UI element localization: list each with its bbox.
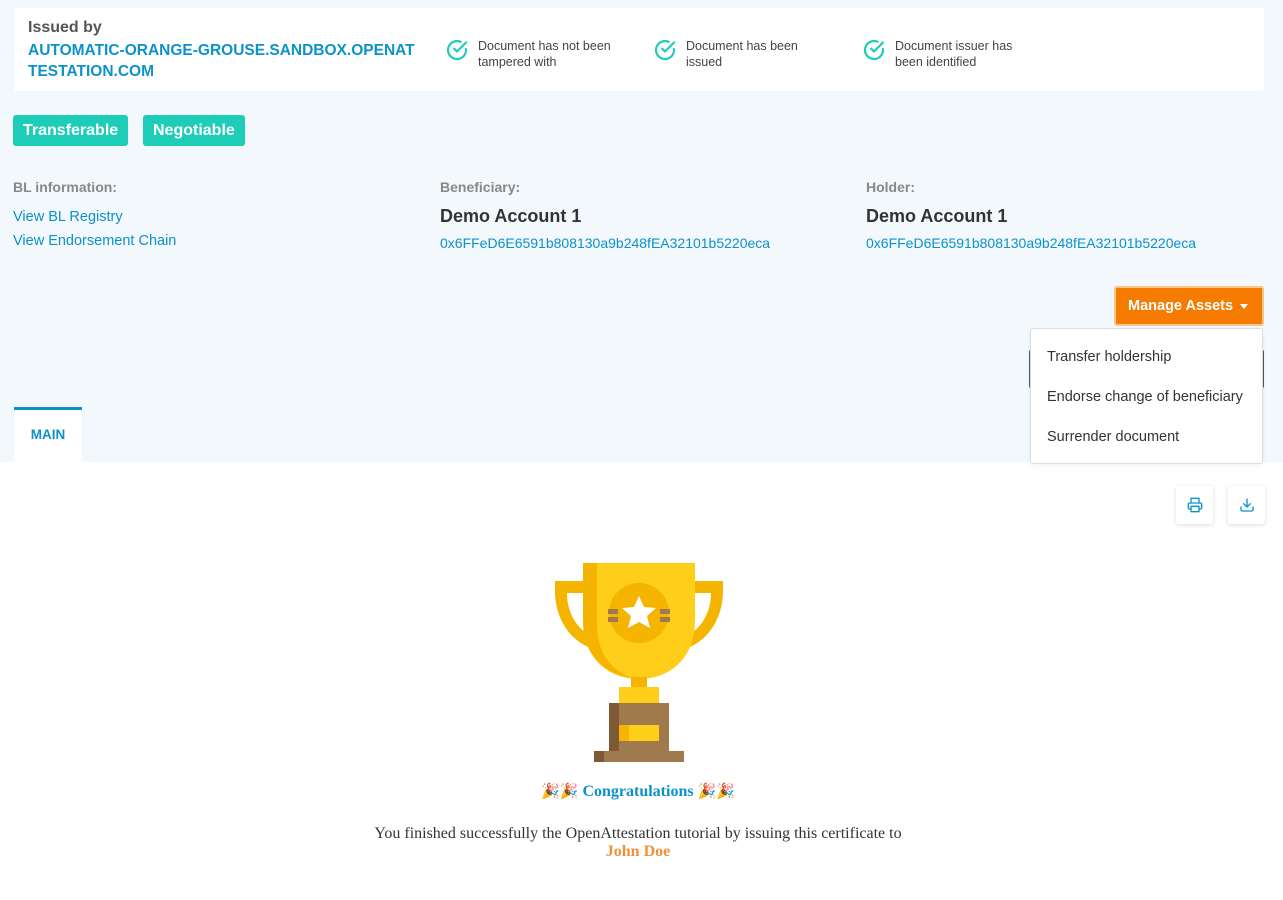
tab-main[interactable]: MAIN [14,407,82,462]
menu-item-transfer-holdership[interactable]: Transfer holdership [1047,349,1171,365]
manage-assets-label: Manage Assets [1128,298,1234,314]
party-popper-icon: 🎉🎉 [541,784,579,800]
status-text: Document issuer has been identified [895,39,1013,69]
issued-by-label: Issued by [28,19,102,36]
print-button[interactable] [1176,486,1213,524]
recipient-name: John Doe [605,843,671,860]
check-circle-icon [446,39,468,61]
holder-name: Demo Account 1 [866,206,1008,226]
check-circle-icon [863,39,885,61]
status-issued: Document has been issued [653,38,816,70]
holder-label: Holder: [866,179,915,195]
status-text: Document has not been tampered with [478,39,611,69]
trophy-icon [555,563,723,762]
chevron-down-icon [1240,304,1248,309]
beneficiary-label: Beneficiary: [440,179,521,195]
menu-item-endorse-change-of-beneficiary[interactable]: Endorse change of beneficiary [1047,389,1243,405]
manage-assets-menu: Transfer holdership Endorse change of be… [1030,328,1263,464]
view-bl-registry-link[interactable]: View BL Registry [13,209,123,225]
status-issuer-identified: Document issuer has been identified [862,38,1035,70]
congratulations-heading: 🎉🎉 Congratulations 🎉🎉 [0,782,1276,801]
check-circle-icon [654,39,676,61]
printer-icon [1187,497,1202,513]
certificate-message: You finished successfully the OpenAttest… [374,825,902,842]
transferable-tag: Transferable [13,115,129,146]
bl-information-label: BL information: [13,179,117,195]
party-popper-icon: 🎉🎉 [697,784,735,800]
view-endorsement-chain-link[interactable]: View Endorsement Chain [13,233,176,249]
download-icon [1239,498,1254,512]
status-text: Document has been issued [686,39,798,69]
menu-item-surrender-document[interactable]: Surrender document [1047,429,1179,445]
congratulations-text: Congratulations [582,783,694,800]
beneficiary-address-link[interactable]: 0x6FFeD6E6591b808130a9b248fEA32101b5220e… [440,235,770,251]
negotiable-tag: Negotiable [143,115,245,146]
status-not-tampered: Document has not been tampered with [445,38,628,70]
verification-status-bar: Issued by AUTOMATIC-ORANGE-GROUSE.SANDBO… [14,8,1264,91]
holder-address-link[interactable]: 0x6FFeD6E6591b808130a9b248fEA32101b5220e… [866,235,1196,251]
download-button[interactable] [1228,486,1265,524]
manage-assets-button[interactable]: Manage Assets [1114,286,1264,326]
beneficiary-name: Demo Account 1 [440,206,582,226]
issuer-domain: AUTOMATIC-ORANGE-GROUSE.SANDBOX.OPENATTE… [28,42,415,80]
